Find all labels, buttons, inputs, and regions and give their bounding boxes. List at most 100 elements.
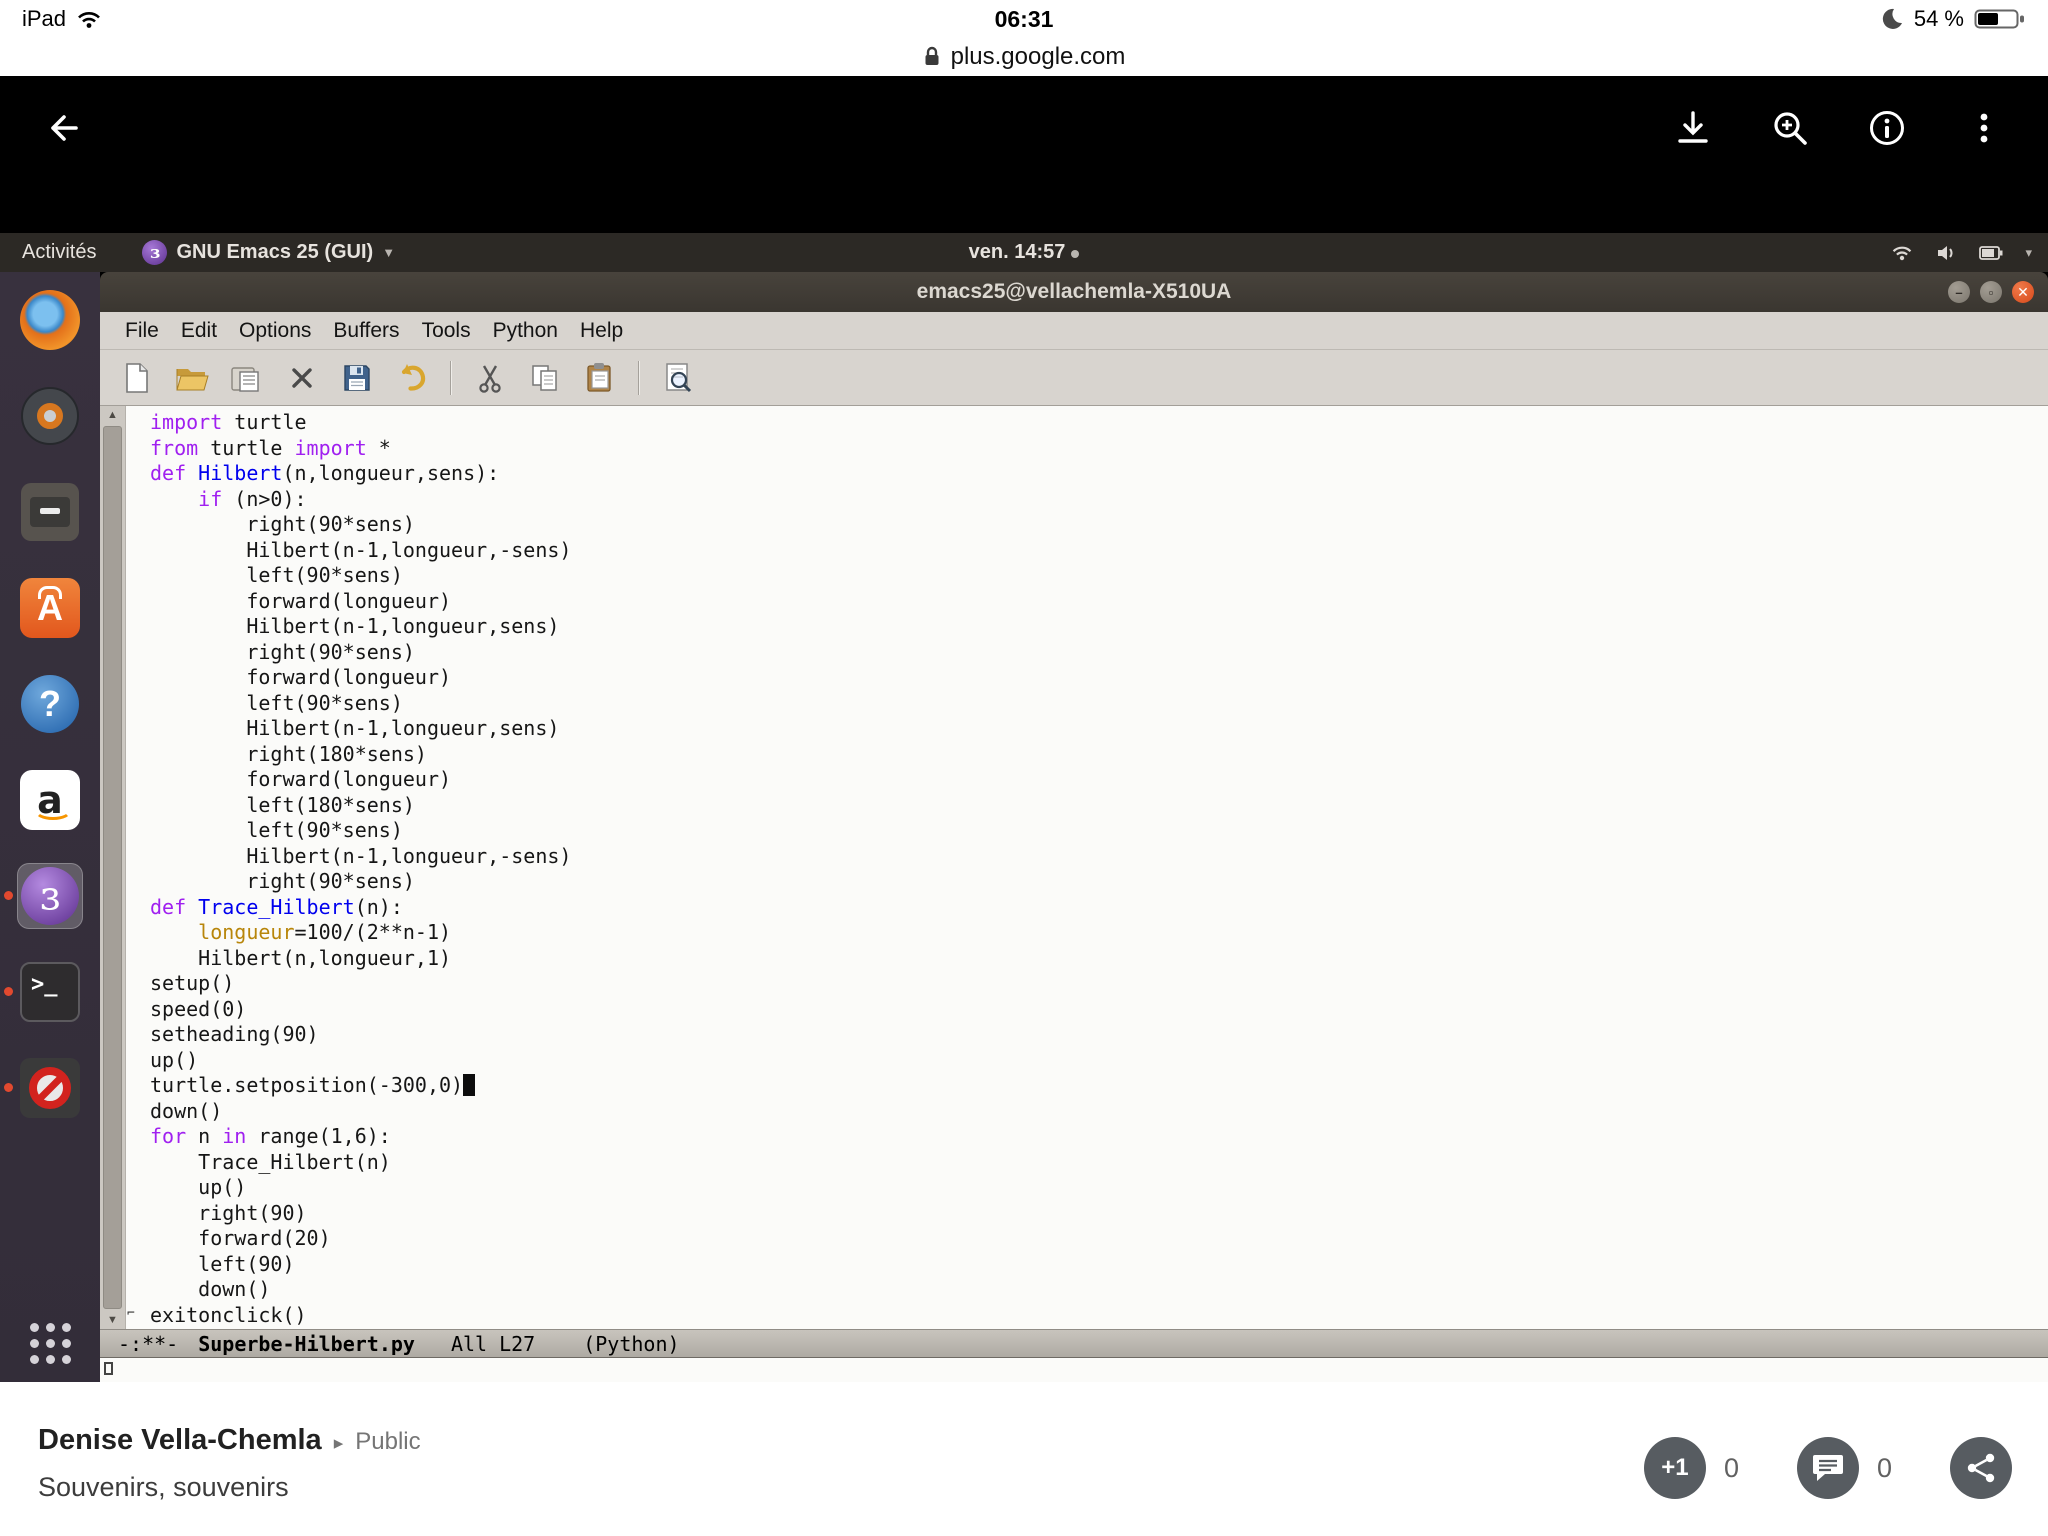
undo-button[interactable] [391,356,433,400]
paste-button[interactable] [579,356,621,400]
system-indicators[interactable]: ▾ [1891,243,2032,263]
panel-clock[interactable]: ven. 14:57 [0,241,2048,264]
back-button[interactable] [40,105,86,151]
menu-buffers[interactable]: Buffers [322,312,410,350]
share-button[interactable] [1950,1437,2012,1499]
comment-count: 0 [1876,1452,1892,1483]
scrollbar-up-arrow[interactable]: ▲ [100,409,125,421]
battery-icon [1974,9,2024,29]
code-line[interactable]: right(90) [150,1201,2048,1227]
menu-options[interactable]: Options [228,312,322,350]
menu-file[interactable]: File [114,312,170,350]
code-line[interactable]: left(90*sens) [150,691,2048,717]
code-line[interactable]: down() [150,1277,2048,1303]
menu-edit[interactable]: Edit [170,312,228,350]
post-author[interactable]: Denise Vella-Chemla [38,1424,322,1457]
window-title: emacs25@vellachemla-X510UA [916,280,1232,303]
menu-help[interactable]: Help [569,312,634,350]
clock-time: 06:31 [994,5,1054,32]
code-line[interactable]: right(90*sens) [150,869,2048,895]
new-file-button[interactable] [116,356,158,400]
cut-button[interactable] [469,356,511,400]
code-line[interactable]: forward(longueur) [150,665,2048,691]
modeline-scroll-position: All [450,1331,488,1356]
code-line[interactable]: right(90*sens) [150,640,2048,666]
code-line[interactable]: up() [150,1048,2048,1074]
running-indicator-dot [4,987,13,996]
code-line[interactable]: Hilbert(n-1,longueur,sens) [150,614,2048,640]
code-line[interactable]: exitonclick() [150,1303,2048,1329]
text-cursor [463,1074,476,1096]
code-line[interactable]: Hilbert(n-1,longueur,-sens) [150,844,2048,870]
post-title[interactable]: Souvenirs, souvenirs [38,1472,289,1503]
forbidden-icon[interactable] [17,1055,83,1121]
code-line[interactable]: if (n>0): [150,487,2048,513]
overflow-menu-button[interactable] [1962,106,2006,150]
menu-python[interactable]: Python [482,312,569,350]
code-line[interactable]: forward(20) [150,1226,2048,1252]
fringe-continuation-icon: ⌐ [127,1306,135,1321]
code-line[interactable]: forward(longueur) [150,589,2048,615]
firefox-icon[interactable] [17,287,83,353]
code-line[interactable]: down() [150,1099,2048,1125]
code-line[interactable]: up() [150,1175,2048,1201]
left-fringe: ⌐ [126,406,140,1329]
code-line[interactable]: setheading(90) [150,1022,2048,1048]
comment-button[interactable] [1796,1437,1859,1499]
code-line[interactable]: Hilbert(n-1,longueur,-sens) [150,538,2048,564]
code-line[interactable]: longueur=100/(2**n-1) [150,920,2048,946]
download-button[interactable] [1671,106,1715,150]
code-line[interactable]: def Trace_Hilbert(n): [150,895,2048,921]
emacs-buffer: ▲ ▼ ⌐ import turtle from turtle import * d… [100,406,2048,1329]
search-button[interactable] [657,356,699,400]
code-line[interactable]: for n in range(1,6): [150,1124,2048,1150]
close-buffer-button[interactable] [281,356,323,400]
code-line[interactable]: from turtle import * [150,436,2048,462]
code-area[interactable]: import turtle from turtle import * def Hil… [140,406,2048,1329]
code-line[interactable]: Hilbert(n-1,longueur,sens) [150,716,2048,742]
code-line[interactable]: import turtle [150,410,2048,436]
open-file-button[interactable] [171,356,213,400]
emacs-modeline: -:**- Superbe-Hilbert.py All L27 (Python… [100,1329,2048,1358]
post-visibility[interactable]: Public [355,1428,420,1456]
plus-one-button[interactable]: +1 [1643,1437,1706,1499]
code-line[interactable]: speed(0) [150,997,2048,1023]
code-line[interactable]: forward(longueur) [150,767,2048,793]
code-line[interactable]: right(180*sens) [150,742,2048,768]
scrollbar[interactable]: ▲ ▼ [100,406,126,1329]
scrollbar-thumb[interactable] [103,426,122,1309]
close-button[interactable]: ✕ [2012,281,2034,303]
toolbar-separator [450,360,452,395]
code-line[interactable]: right(90*sens) [150,512,2048,538]
code-line[interactable]: def Hilbert(n,longueur,sens): [150,461,2048,487]
window-titlebar[interactable]: emacs25@vellachemla-X510UA – ▫ ✕ [100,272,2048,312]
save-button[interactable] [336,356,378,400]
maximize-button[interactable]: ▫ [1980,281,2002,303]
code-line[interactable]: left(180*sens) [150,793,2048,819]
amazon-icon[interactable]: a [17,767,83,833]
copy-button[interactable] [524,356,566,400]
code-line[interactable]: left(90*sens) [150,563,2048,589]
code-line[interactable]: Hilbert(n,longueur,1) [150,946,2048,972]
menu-tools[interactable]: Tools [411,312,482,350]
file-drawer-icon[interactable] [17,479,83,545]
browser-url-bar[interactable]: plus.google.com [0,38,2048,76]
code-line[interactable]: left(90*sens) [150,818,2048,844]
dired-button[interactable] [226,356,268,400]
panel-clock-label: ven. 14:57 [968,241,1066,263]
code-line[interactable]: left(90) [150,1252,2048,1278]
help-icon[interactable]: ? [17,671,83,737]
code-line[interactable]: Trace_Hilbert(n) [150,1150,2048,1176]
music-player-icon[interactable] [17,383,83,449]
show-applications-icon[interactable] [29,1322,71,1364]
terminal-icon[interactable]: >_ [17,959,83,1025]
emacs-icon[interactable]: ε [17,863,83,929]
zoom-button[interactable] [1768,106,1812,150]
minimize-button[interactable]: – [1948,281,1970,303]
software-center-icon[interactable]: A [17,575,83,641]
scrollbar-down-arrow[interactable]: ▼ [100,1314,125,1326]
info-button[interactable] [1865,106,1909,150]
volume-icon [1938,245,1953,260]
code-line[interactable]: turtle.setposition(-300,0) [150,1073,2048,1099]
code-line[interactable]: setup() [150,971,2048,997]
